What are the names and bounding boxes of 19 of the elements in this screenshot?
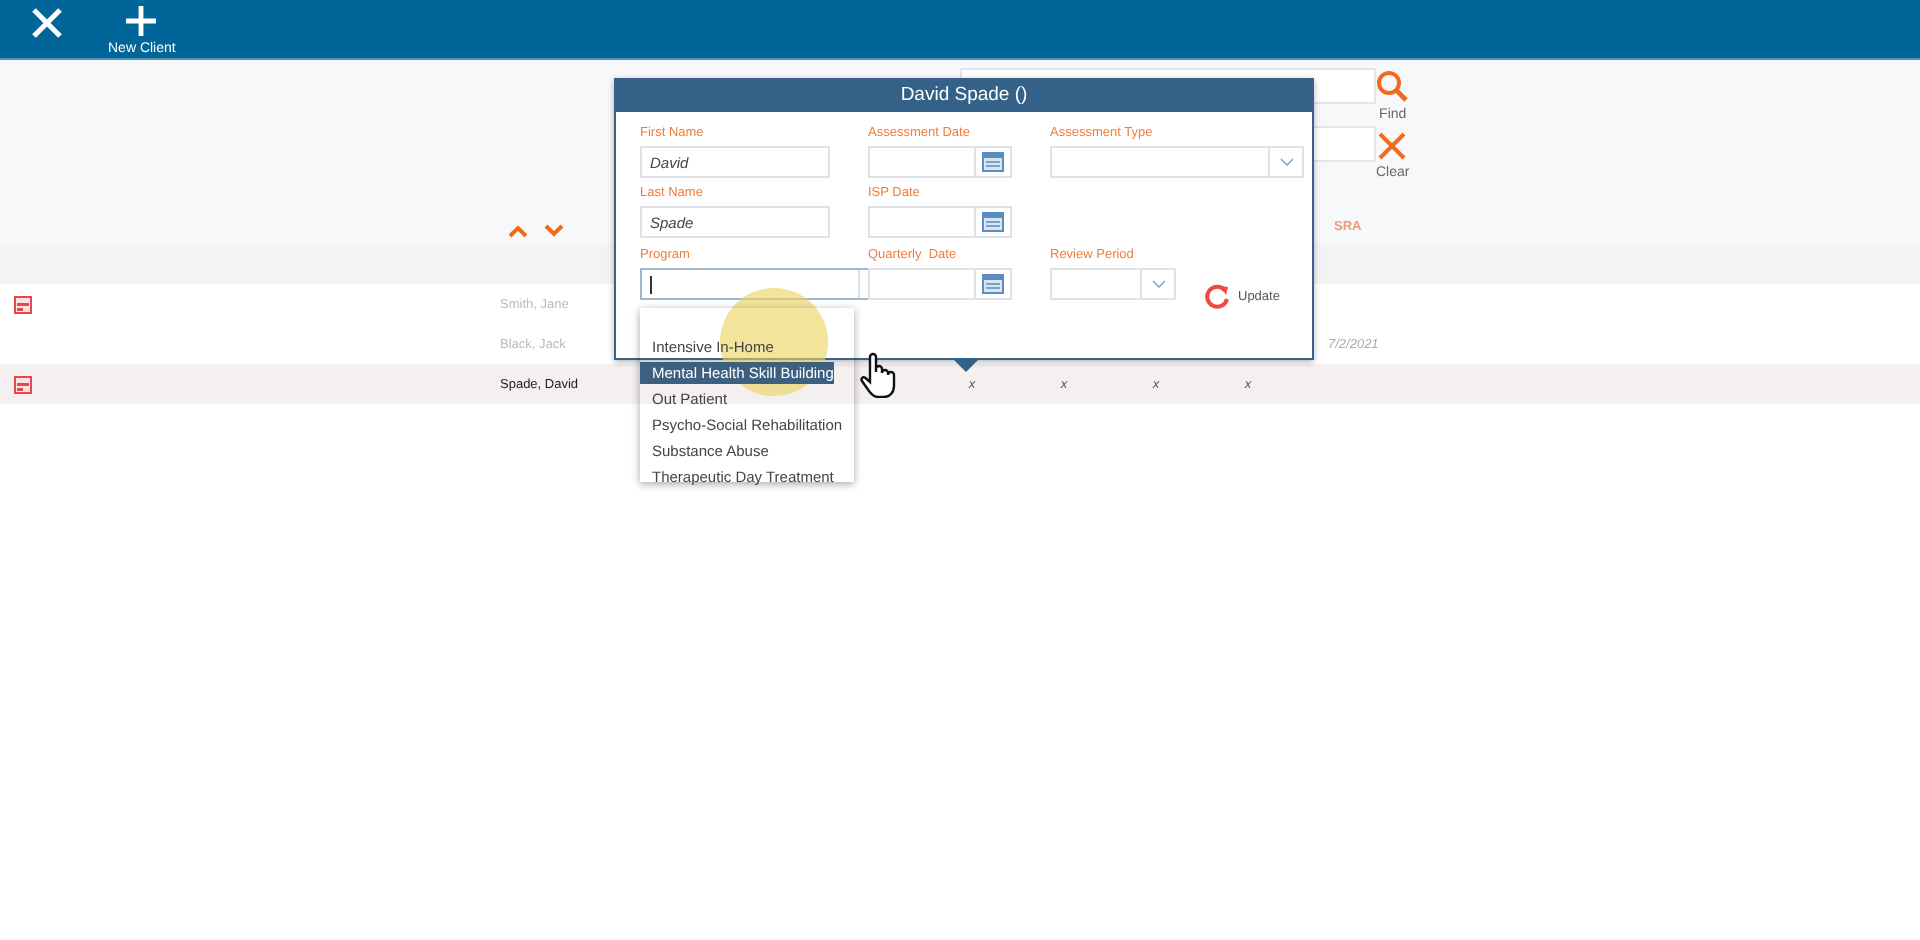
sort-down-button[interactable]: [544, 224, 564, 238]
calendar-icon: [982, 274, 1004, 294]
calendar-icon: [982, 212, 1004, 232]
close-icon: [1378, 132, 1407, 160]
calendar-icon: [982, 152, 1004, 172]
chevron-down-icon: [1151, 280, 1165, 288]
date-field[interactable]: [868, 146, 1012, 178]
close-button[interactable]: [30, 6, 64, 40]
plus-icon: [124, 4, 159, 38]
chevron-down-icon: [544, 224, 564, 238]
popup-title: David Spade (): [616, 80, 1312, 112]
refresh-icon: [1204, 284, 1230, 310]
sort-up-button[interactable]: [508, 224, 528, 238]
close-icon: [30, 6, 64, 40]
chevron-down-icon: [1279, 158, 1293, 166]
search-icon: [1376, 70, 1409, 102]
chevron-up-icon: [508, 224, 528, 238]
date-field[interactable]: [868, 206, 1012, 238]
date-field[interactable]: [868, 268, 1012, 300]
